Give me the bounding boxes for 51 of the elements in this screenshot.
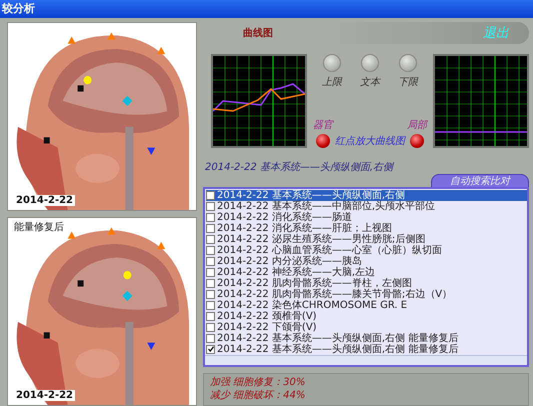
indicator-lamp[interactable] (410, 134, 424, 148)
record-row[interactable]: 2014-2-22 染色体CHROMOSOME GR. E (206, 300, 527, 310)
checkbox[interactable] (206, 290, 215, 298)
record-row[interactable]: 2014-2-22 心脑血管系统——心室（心脏）纵切面 (206, 244, 527, 256)
checkbox[interactable] (206, 190, 215, 200)
button-label: 上限 (322, 76, 342, 89)
button-label: 文本 (360, 76, 380, 89)
checkbox[interactable] (206, 212, 215, 222)
round-button[interactable] (399, 54, 417, 72)
lamp-label: 器官 (313, 118, 333, 132)
record-row[interactable]: 2014-2-22 基本系统——头颅纵侧面,右侧 (206, 190, 527, 200)
lamp-label: 局部 (407, 118, 427, 132)
checkbox[interactable] (206, 246, 215, 254)
search-tab[interactable]: 自动搜索比对 (431, 174, 529, 186)
record-row[interactable]: 2014-2-22 基本系统——头颅纵侧面,右侧 能量修复后 (206, 332, 527, 344)
image-date: 2014-2-22 (14, 390, 76, 401)
summary-text: 加强 细胞修复：30% (210, 376, 306, 388)
record-row[interactable]: 2014-2-22 消化系统——肠道 (206, 212, 527, 222)
checkbox[interactable] (206, 278, 215, 288)
checkbox[interactable] (206, 256, 215, 266)
record-row[interactable]: 2014-2-22 消化系统——肝脏；上视图 (206, 222, 527, 234)
button-label: 下限 (398, 76, 418, 89)
record-row[interactable]: 2014-2-22 基本系统——头颅纵侧面,右侧 能量修复后 (206, 344, 527, 354)
round-button[interactable] (361, 54, 379, 72)
checkbox[interactable] (206, 344, 215, 354)
section-title: 曲线图 (243, 26, 273, 40)
checkbox[interactable] (206, 322, 215, 332)
hint-text: 红点放大曲线图 (335, 134, 405, 148)
checkbox[interactable] (206, 202, 215, 210)
record-row[interactable]: 2014-2-22 基本系统——中脑部位,头颅水平部位 (206, 200, 527, 212)
checkbox[interactable] (206, 268, 215, 276)
window-title: 较分析 (0, 0, 533, 18)
checkbox[interactable] (206, 234, 215, 244)
record-row[interactable]: 2014-2-22 泌尿生殖系统——男性膀胱;后侧图 (206, 234, 527, 244)
record-row[interactable]: 2014-2-22 内分泌系统——胰岛 (206, 256, 527, 266)
status-text: 2014-2-22 基本系统——头颅纵侧面,右侧 (205, 160, 395, 174)
record-row[interactable]: 2014-2-22 颈椎骨(V) (206, 310, 527, 322)
record-row[interactable]: 2014-2-22 肌肉骨骼系统——脊柱，左侧图 (206, 278, 527, 288)
round-button[interactable] (323, 54, 341, 72)
image-caption: 能量修复后 (14, 220, 64, 234)
image-date: 2014-2-22 (14, 195, 76, 206)
record-row[interactable]: 2014-2-22 神经系统——大脑,左边 (206, 266, 527, 278)
checkbox[interactable] (206, 312, 215, 320)
checkbox[interactable] (206, 300, 215, 310)
checkbox[interactable] (206, 224, 215, 232)
summary-text: 减少 细胞破坏：44% (210, 388, 306, 402)
checkbox[interactable] (206, 334, 215, 342)
record-row[interactable]: 2014-2-22 下颌骨(V) (206, 322, 527, 332)
horizontal-scrollbar[interactable] (205, 354, 527, 364)
indicator-lamp[interactable] (316, 134, 330, 148)
record-row[interactable]: 2014-2-22 肌肉骨骼系统——膝关节骨骼;右边（V） (206, 288, 527, 300)
